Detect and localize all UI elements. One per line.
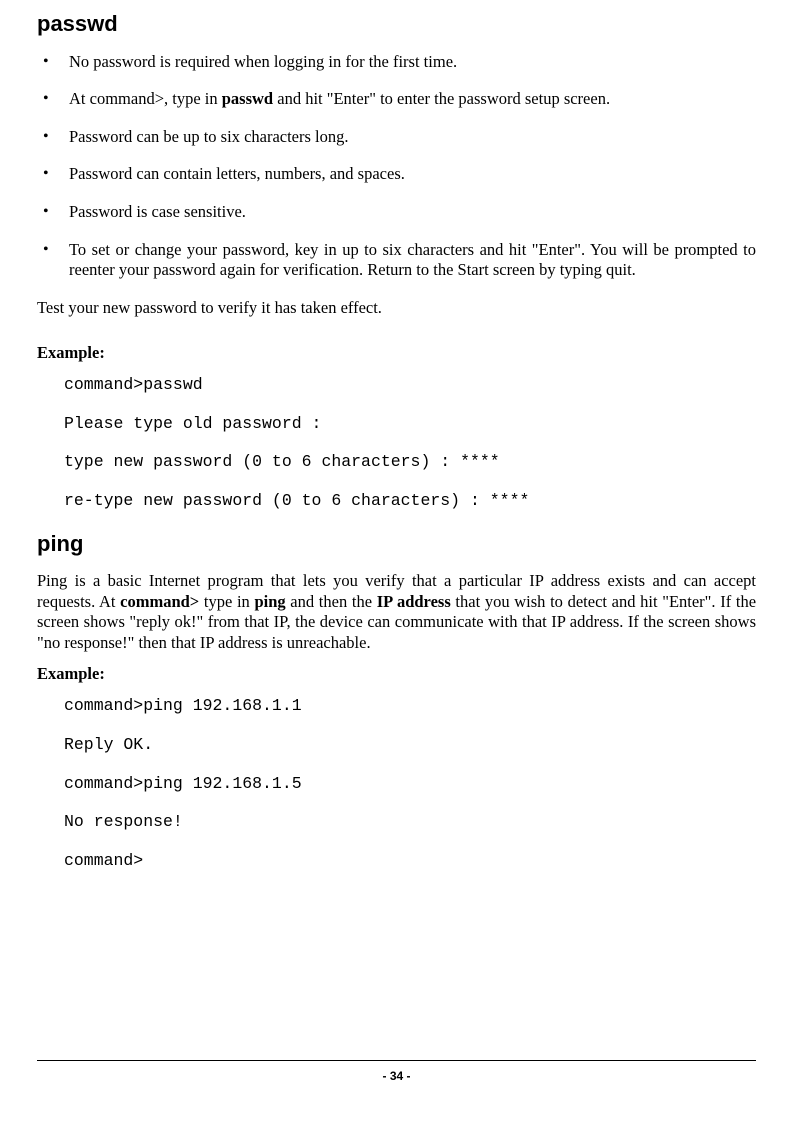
code-line: command>passwd	[64, 375, 756, 396]
bold-text: IP address	[377, 592, 451, 611]
text: At command>, type in	[69, 89, 222, 108]
example-label: Example:	[37, 664, 756, 685]
text: type in	[199, 592, 254, 611]
code-line: No response!	[64, 812, 756, 833]
list-item: Password is case sensitive.	[37, 202, 756, 223]
content-area: passwd No password is required when logg…	[37, 10, 756, 959]
list-item: At command>, type in passwd and hit "Ent…	[37, 89, 756, 110]
list-item: Password can contain letters, numbers, a…	[37, 164, 756, 185]
code-line: Reply OK.	[64, 735, 756, 756]
text: and then the	[286, 592, 377, 611]
list-item: To set or change your password, key in u…	[37, 240, 756, 281]
code-line: command>ping 192.168.1.5	[64, 774, 756, 795]
passwd-paragraph: Test your new password to verify it has …	[37, 298, 756, 319]
text: Password is case sensitive.	[69, 202, 246, 221]
page-footer: - 34 -	[37, 1060, 756, 1084]
text: and hit "Enter" to enter the password se…	[273, 89, 610, 108]
ping-paragraph: Ping is a basic Internet program that le…	[37, 571, 756, 654]
list-item: No password is required when logging in …	[37, 52, 756, 73]
passwd-bullet-list: No password is required when logging in …	[37, 52, 756, 281]
code-line: command>ping 192.168.1.1	[64, 696, 756, 717]
list-item: Password can be up to six characters lon…	[37, 127, 756, 148]
code-line: type new password (0 to 6 characters) : …	[64, 452, 756, 473]
text: No password is required when logging in …	[69, 52, 457, 71]
heading-passwd: passwd	[37, 10, 756, 38]
bold-text: command>	[120, 592, 199, 611]
example-label: Example:	[37, 343, 756, 364]
text: Password can be up to six characters lon…	[69, 127, 349, 146]
heading-ping: ping	[37, 530, 756, 558]
bold-text: ping	[254, 592, 285, 611]
code-line: command>	[64, 851, 756, 872]
code-line: Please type old password :	[64, 414, 756, 435]
bold-text: passwd	[222, 89, 273, 108]
text: To set or change your password, key in u…	[69, 240, 756, 280]
text: Password can contain letters, numbers, a…	[69, 164, 405, 183]
page-container: passwd No password is required when logg…	[0, 0, 791, 1084]
code-line: re-type new password (0 to 6 characters)…	[64, 491, 756, 512]
